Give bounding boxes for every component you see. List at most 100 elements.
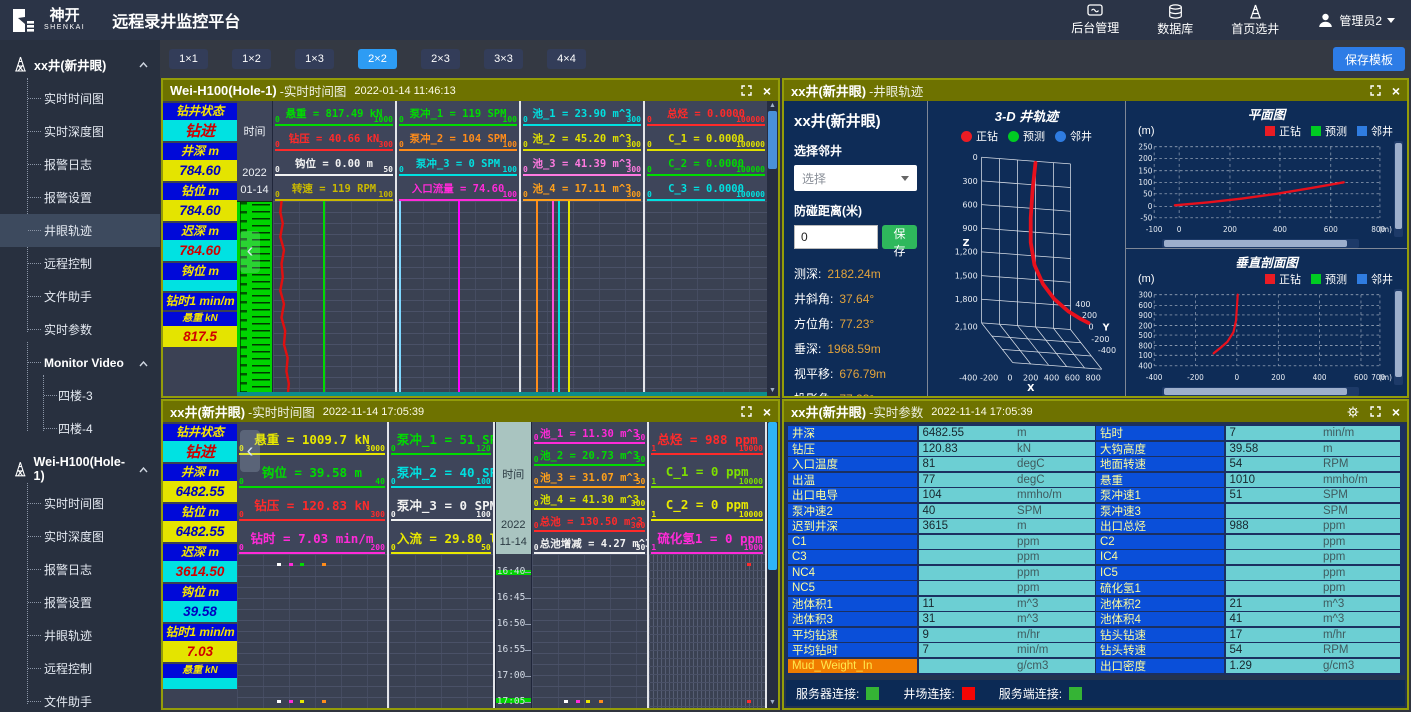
save-button[interactable]: 保存 (882, 225, 917, 249)
weight-curve (273, 201, 395, 396)
svg-text:200: 200 (1023, 374, 1038, 383)
chevron-down-icon (1387, 18, 1395, 23)
vertical-scrollbar[interactable]: ▲ ▼ (767, 101, 778, 396)
param-value: 11m^3 (919, 597, 1095, 611)
svg-text:1,800: 1,800 (955, 295, 978, 304)
param-label: 钻头转速 (1096, 643, 1224, 657)
sidebar-item[interactable]: 报警设置 (0, 586, 160, 619)
horizontal-scrollbar[interactable] (237, 392, 767, 396)
menu-database[interactable]: 数据库 (1157, 4, 1193, 37)
scroll-up-icon[interactable]: ▲ (769, 101, 776, 111)
sidebar-item[interactable]: 井眼轨迹 (0, 214, 160, 247)
brand: 神开 SHENKAI 远程录井监控平台 (0, 7, 240, 34)
user-menu[interactable]: 管理员2 (1317, 12, 1395, 29)
expand-icon[interactable] (1370, 85, 1381, 96)
sidebar-video-item[interactable]: 四楼-4 (0, 412, 160, 445)
svg-text:2,100: 2,100 (955, 323, 978, 332)
plan-vertical-scrollbar[interactable] (1394, 141, 1403, 237)
curve-header: 0 泵冲_3 = 0 SPM 100 (389, 488, 493, 521)
param-label: 入口温度 (788, 457, 917, 471)
track-1: 0 悬重 = 817.49 kN 1000 0 钻压 = 40.66 kN 30… (273, 101, 397, 396)
sidebar-item[interactable]: 实时深度图 (0, 115, 160, 148)
layout-button[interactable]: 4×4 (547, 49, 586, 69)
layout-button[interactable]: 2×3 (421, 49, 460, 69)
scroll-down-icon[interactable]: ▼ (769, 386, 776, 396)
svg-text:300: 300 (1138, 290, 1152, 299)
sidebar-item[interactable]: 报警设置 (0, 181, 160, 214)
layout-button[interactable]: 2×2 (358, 49, 397, 69)
collapse-arrow-overlay[interactable]: ‹ (240, 231, 260, 273)
expand-icon[interactable] (741, 85, 752, 96)
sidebar-video-item[interactable]: 四楼-3 (0, 379, 160, 412)
panel-realtime-time-chart-wei: Wei-H100(Hole-1) -实时时间图 2022-01-14 11:46… (161, 78, 780, 398)
param-block: 井深 m 784.60 (163, 143, 237, 181)
curve-header: 0 池_2 = 45.20 m^3 300 (521, 126, 643, 151)
layout-button[interactable]: 1×1 (169, 49, 208, 69)
collapse-arrow-overlay[interactable]: ‹ (240, 430, 260, 472)
gear-icon[interactable] (1347, 406, 1359, 418)
section-vertical-scrollbar[interactable] (1394, 289, 1403, 385)
sidebar-item[interactable]: 实时深度图 (0, 520, 160, 553)
sidebar-item[interactable]: 远程控制 (0, 652, 160, 685)
close-icon[interactable]: × (1392, 405, 1400, 419)
expand-icon[interactable] (741, 406, 752, 417)
svg-text:400: 400 (1138, 361, 1152, 370)
sidebar-item[interactable]: 实时参数 (0, 313, 160, 346)
sidebar-well-xx[interactable]: xx井(新井眼) (0, 46, 160, 82)
svg-text:500: 500 (1138, 331, 1152, 340)
chevron-up-icon (139, 57, 148, 71)
svg-text:400: 400 (1044, 374, 1059, 383)
trajectory-body: xx井(新井眼) 选择邻井 选择 防碰距离(米) 保存 测深:2182.24m (784, 101, 1407, 396)
curve-header: 0 总池 = 130.50 m^3 300 (532, 510, 648, 532)
track-plot (397, 201, 519, 396)
param-block: 钩位 m (163, 263, 237, 291)
well-tree-2: 实时时间图 实时深度图 报警日志 报警设置 井眼轨迹 远程控制 文件助手 (0, 487, 160, 712)
param-label: 池体积2 (1096, 597, 1224, 611)
close-icon[interactable]: × (1392, 84, 1400, 98)
log-body: 钻井状态 钻进 井深 m 784.60 钻位 m 784.60 迟深 m 784… (163, 101, 778, 396)
stat-row: 投影角:77.23° (794, 386, 917, 396)
scroll-thumb[interactable] (768, 111, 777, 169)
param-value: 41m^3 (1226, 612, 1400, 626)
param-value: 7min/m (919, 643, 1095, 657)
param-block: 迟深 m 784.60 (163, 223, 237, 261)
sidebar-item[interactable]: 实时时间图 (0, 487, 160, 520)
status-indicator (1069, 687, 1082, 700)
plan-view-plot: 250 200 150 100 50 0 -50 -100 0 200 400 … (1130, 141, 1392, 237)
legend-item: 预测 (1311, 123, 1347, 139)
param-label: 池体积1 (788, 597, 917, 611)
menu-admin[interactable]: 后台管理 (1071, 4, 1119, 36)
stat-row: 井斜角:37.64° (794, 286, 917, 311)
sidebar-item[interactable]: 远程控制 (0, 247, 160, 280)
sidebar-item[interactable]: 文件助手 (0, 280, 160, 313)
sidebar-item-monitor-video[interactable]: Monitor Video (0, 346, 160, 379)
vertical-scrollbar[interactable]: ▼ (767, 422, 778, 708)
panel-timestamp: 2022-01-14 11:46:13 (354, 85, 455, 97)
scroll-thumb[interactable] (768, 422, 777, 570)
save-template-button[interactable]: 保存模板 (1333, 47, 1405, 71)
sidebar-item[interactable]: 实时时间图 (0, 82, 160, 115)
sidebar-item[interactable]: 井眼轨迹 (0, 619, 160, 652)
param-label: 泵冲速1 (1096, 488, 1224, 502)
sidebar-item[interactable]: 报警日志 (0, 148, 160, 181)
plan-view-card: 平面图 (m) 正钻预测邻井 250 (1126, 101, 1407, 248)
offset-well-select[interactable]: 选择 (794, 165, 917, 191)
sidebar-item[interactable]: 文件助手 (0, 685, 160, 712)
stat-row: 视平移:676.79m (794, 361, 917, 386)
layout-button[interactable]: 3×3 (484, 49, 523, 69)
expand-icon[interactable] (1370, 406, 1381, 417)
menu-well-select[interactable]: 首页选井 (1231, 4, 1279, 37)
scroll-down-icon[interactable]: ▼ (769, 698, 776, 708)
close-icon[interactable]: × (763, 84, 771, 98)
anticollision-distance-input[interactable] (794, 225, 878, 249)
sidebar-item[interactable]: 报警日志 (0, 553, 160, 586)
svg-text:900: 900 (962, 224, 977, 233)
param-value: 31m^3 (919, 612, 1095, 626)
curve-header: 1 总烃 = 988 ppm 10000 (649, 422, 765, 455)
sidebar-well-wei-h100[interactable]: Wei-H100(Hole-1) (0, 451, 160, 487)
plan-horizontal-scrollbar[interactable] (1162, 239, 1359, 248)
section-horizontal-scrollbar[interactable] (1162, 387, 1359, 396)
layout-button[interactable]: 1×3 (295, 49, 334, 69)
close-icon[interactable]: × (763, 405, 771, 419)
layout-button[interactable]: 1×2 (232, 49, 271, 69)
